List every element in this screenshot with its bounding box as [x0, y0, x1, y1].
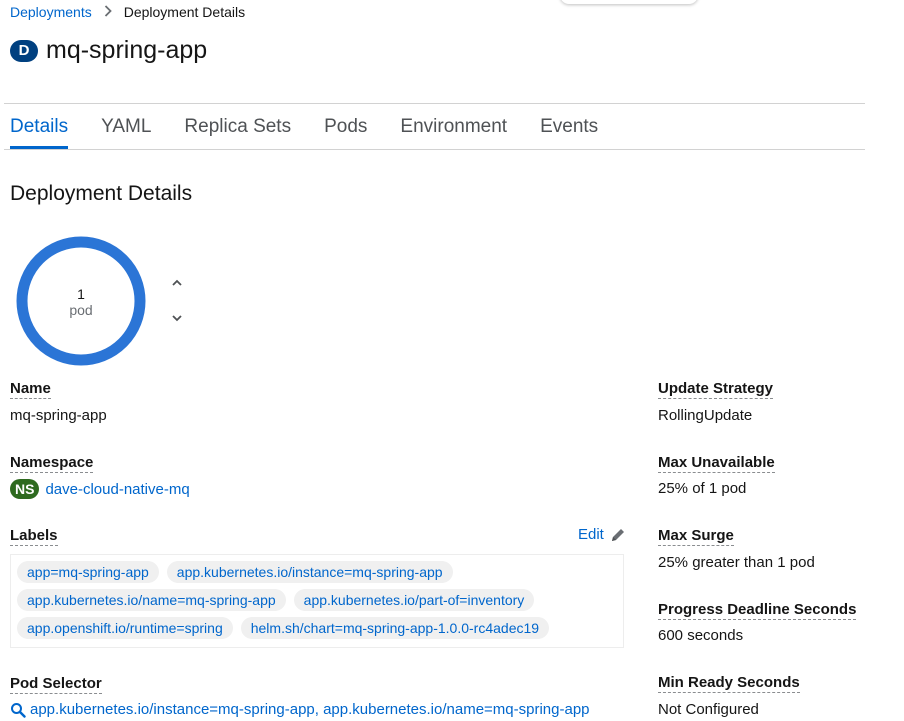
label-chip[interactable]: app.kubernetes.io/part-of=inventory — [293, 589, 535, 611]
namespace-badge: NS — [10, 479, 40, 499]
tab-bar: Details YAML Replica Sets Pods Environme… — [10, 104, 631, 149]
page-header: D mq-spring-app — [10, 36, 207, 65]
update-strategy-value: RollingUpdate — [658, 407, 753, 424]
pencil-icon — [611, 528, 624, 541]
min-ready-label: Min Ready Seconds — [658, 674, 800, 693]
resource-badge: D — [10, 39, 38, 62]
section-title: Deployment Details — [10, 182, 193, 205]
labels-box: app=mq-spring-app app.kubernetes.io/inst… — [10, 554, 624, 648]
labels-label: Labels — [10, 527, 58, 546]
label-row: app.kubernetes.io/name=mq-spring-app app… — [17, 589, 615, 611]
pod-unit: pod — [69, 302, 93, 318]
progress-deadline-value: 600 seconds — [658, 627, 744, 644]
divider — [4, 149, 865, 150]
name-label: Name — [10, 380, 51, 399]
name-value: mq-spring-app — [10, 407, 107, 424]
max-unavailable-value: 25% of 1 pod — [658, 480, 747, 497]
update-strategy-label: Update Strategy — [658, 380, 774, 399]
breadcrumb: Deployments Deployment Details — [10, 4, 245, 20]
tab-events[interactable]: Events — [540, 104, 598, 149]
label-row: app=mq-spring-app app.kubernetes.io/inst… — [17, 561, 615, 583]
chevron-right-icon — [104, 4, 112, 20]
tab-pods[interactable]: Pods — [324, 104, 367, 149]
label-chip[interactable]: app.openshift.io/runtime=spring — [17, 617, 233, 639]
edit-labels-button[interactable]: Edit — [578, 526, 626, 543]
scale-down-icon[interactable] — [170, 311, 184, 325]
breadcrumb-current: Deployment Details — [123, 4, 246, 20]
label-chip[interactable]: helm.sh/chart=mq-spring-app-1.0.0-rc4ade… — [240, 617, 550, 639]
label-chip[interactable]: app.kubernetes.io/name=mq-spring-app — [17, 589, 286, 611]
progress-deadline-label: Progress Deadline Seconds — [658, 601, 857, 620]
tab-environment[interactable]: Environment — [400, 104, 507, 149]
max-surge-label: Max Surge — [658, 527, 734, 546]
pod-selector-link[interactable]: app.kubernetes.io/instance=mq-spring-app… — [10, 701, 590, 718]
namespace-row: NS dave-cloud-native-mq — [10, 479, 190, 499]
label-chip[interactable]: app.kubernetes.io/instance=mq-spring-app — [166, 561, 453, 583]
tab-replica-sets[interactable]: Replica Sets — [184, 104, 291, 149]
pod-selector-value: app.kubernetes.io/instance=mq-spring-app… — [30, 701, 590, 718]
max-unavailable-label: Max Unavailable — [658, 454, 775, 473]
page-title: mq-spring-app — [46, 36, 208, 64]
edit-label-text: Edit — [578, 526, 604, 543]
min-ready-value: Not Configured — [658, 701, 759, 718]
pod-count: 1 — [77, 286, 85, 302]
tab-details[interactable]: Details — [10, 104, 69, 149]
pod-ring-label: 1 pod — [16, 286, 146, 318]
tab-yaml[interactable]: YAML — [101, 104, 151, 149]
breadcrumb-deployments-link[interactable]: Deployments — [10, 4, 92, 20]
label-chip[interactable]: app=mq-spring-app — [17, 561, 159, 583]
search-icon — [11, 702, 26, 718]
namespace-link[interactable]: dave-cloud-native-mq — [45, 481, 189, 498]
pod-selector-label: Pod Selector — [10, 675, 102, 694]
max-surge-value: 25% greater than 1 pod — [658, 554, 815, 571]
namespace-label: Namespace — [10, 454, 94, 473]
scale-up-icon[interactable] — [170, 276, 184, 290]
top-floating-pill — [560, 0, 698, 4]
label-row: app.openshift.io/runtime=spring helm.sh/… — [17, 617, 615, 639]
